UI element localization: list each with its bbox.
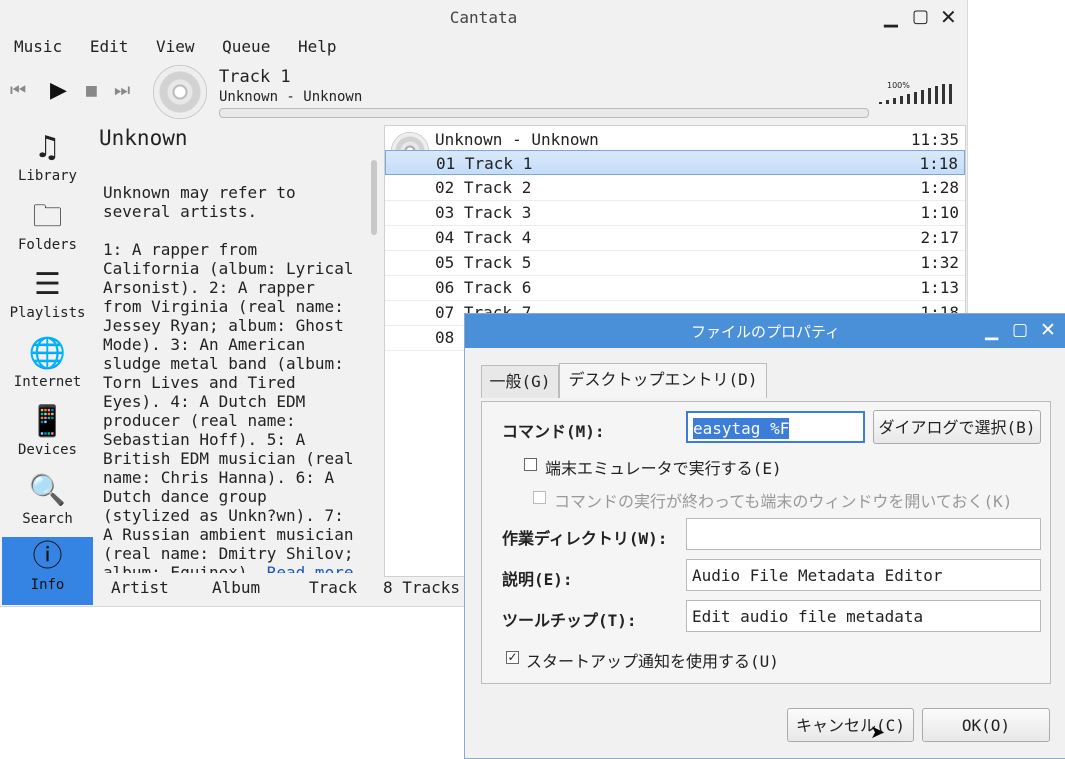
command-value: easytag %F: [693, 418, 790, 439]
read-more-link[interactable]: Read more: [267, 563, 354, 573]
menu-queue[interactable]: Queue: [222, 37, 270, 56]
album-duration: 11:35: [910, 130, 959, 149]
sidebar-item-internet[interactable]: 🌐 Internet: [2, 334, 93, 402]
sidebar-item-label: Playlists: [9, 305, 86, 321]
dialog-minimize-icon[interactable]: ▁: [985, 321, 998, 341]
volume-control[interactable]: [879, 84, 955, 104]
search-icon: 🔍: [28, 473, 67, 508]
minimize-icon[interactable]: ▁: [884, 7, 898, 28]
track-title: 05 Track 5: [435, 253, 532, 272]
next-track-icon[interactable]: ⏭: [114, 80, 130, 101]
tooltip-label: ツールチップ(T):: [502, 611, 637, 630]
sidebar-item-label: Search: [22, 511, 73, 527]
description-input[interactable]: Audio File Metadata Editor: [686, 559, 1041, 591]
track-count: 8 Tracks: [383, 578, 461, 597]
folder-icon: 🗀: [32, 199, 63, 234]
tab-album[interactable]: Album: [212, 578, 260, 597]
file-properties-dialog: ファイルのプロパティ ▁ ▢ ✕ 一般(G) デスクトップエントリ(D) コマン…: [464, 313, 1065, 759]
sidebar-item-devices[interactable]: 📱 Devices: [2, 402, 93, 470]
mouse-cursor-icon: ➤: [870, 722, 886, 743]
track-duration: 1:18: [919, 154, 958, 173]
track-title: 08: [435, 328, 455, 347]
desktop-entry-panel: コマンド(M): easytag %F ダイアログで選択(B) 端末エミュレータ…: [481, 401, 1051, 684]
tab-artist[interactable]: Artist: [111, 578, 169, 597]
track-title: 01 Track 1: [436, 154, 533, 173]
tab-desktop-entry[interactable]: デスクトップエントリ(D): [559, 363, 767, 398]
sidebar-item-folders[interactable]: 🗀 Folders: [2, 197, 93, 265]
run-in-terminal-label: 端末エミュレータで実行する(E): [545, 459, 782, 478]
now-playing-artist: Unknown - Unknown: [219, 89, 363, 105]
table-row[interactable]: 02 Track 2 1:28: [385, 175, 965, 201]
table-row[interactable]: 05 Track 5 1:32: [385, 250, 965, 276]
track-title: 03 Track 3: [435, 203, 532, 222]
sidebar-item-library[interactable]: ♫ Library: [2, 128, 93, 196]
sidebar-item-label: Devices: [17, 442, 77, 458]
position-slider[interactable]: [219, 108, 869, 118]
command-label: コマンド(M):: [502, 422, 605, 441]
now-playing-title: Track 1: [219, 67, 291, 87]
close-icon[interactable]: ✕: [940, 5, 957, 29]
globe-icon: 🌐: [28, 336, 67, 371]
sidebar-item-label: Internet: [13, 374, 82, 390]
workdir-input[interactable]: [686, 518, 1041, 550]
sidebar-item-label: Library: [17, 168, 77, 184]
track-duration: 1:13: [920, 278, 959, 297]
maximize-icon[interactable]: ▢: [912, 6, 929, 27]
info-icon: ⓘ: [32, 539, 63, 574]
tab-track[interactable]: Track: [309, 578, 357, 597]
keep-terminal-open-checkbox[interactable]: [533, 491, 546, 504]
track-title: 06 Track 6: [435, 278, 532, 297]
menu-music[interactable]: Music: [14, 37, 62, 56]
startup-notify-checkbox[interactable]: ✓: [506, 651, 519, 664]
choose-dialog-button[interactable]: ダイアログで選択(B): [873, 410, 1041, 444]
playlists-icon: ☰: [34, 267, 61, 302]
track-title: 04 Track 4: [435, 228, 532, 247]
track-duration: 1:32: [920, 253, 959, 272]
sidebar-item-info[interactable]: ⓘ Info: [2, 537, 93, 605]
sidebar-item-label: Folders: [17, 237, 77, 253]
table-row[interactable]: 06 Track 6 1:13: [385, 275, 965, 301]
table-row[interactable]: 03 Track 3 1:10: [385, 200, 965, 226]
info-text: Unknown may refer to several artists. 1:…: [103, 183, 365, 573]
info-title: Unknown: [99, 126, 188, 150]
track-duration: 1:28: [920, 178, 959, 197]
track-duration: 1:10: [920, 203, 959, 222]
sidebar-item-search[interactable]: 🔍 Search: [2, 471, 93, 539]
info-scrollbar[interactable]: [371, 160, 377, 235]
menu-view[interactable]: View: [156, 37, 195, 56]
previous-track-icon[interactable]: ⏮: [10, 80, 26, 101]
dialog-maximize-icon[interactable]: ▢: [1012, 320, 1028, 340]
dialog-close-icon[interactable]: ✕: [1040, 319, 1056, 341]
album-header: Unknown - Unknown: [435, 130, 599, 149]
artist-bio: Unknown may refer to several artists. 1:…: [103, 183, 354, 573]
table-row[interactable]: 04 Track 4 2:17: [385, 225, 965, 251]
sidebar-item-label: Info: [30, 577, 65, 593]
cancel-button[interactable]: キャンセル(C): [787, 708, 914, 742]
tab-general[interactable]: 一般(G): [481, 365, 559, 398]
menu-edit[interactable]: Edit: [90, 37, 129, 56]
table-row[interactable]: 01 Track 1 1:18: [385, 150, 965, 175]
run-in-terminal-checkbox[interactable]: [524, 458, 537, 471]
ok-button[interactable]: OK(O): [922, 708, 1050, 742]
music-note-icon: ♫: [34, 130, 61, 165]
description-label: 説明(E):: [502, 570, 573, 589]
command-input[interactable]: easytag %F: [686, 411, 865, 443]
menu-help[interactable]: Help: [298, 37, 337, 56]
device-icon: 📱: [28, 404, 67, 439]
stop-icon[interactable]: ■: [86, 80, 97, 101]
window-title: Cantata: [449, 8, 518, 27]
play-icon[interactable]: ▶: [50, 78, 67, 103]
workdir-label: 作業ディレクトリ(W):: [502, 529, 668, 548]
menu-bar: Music Edit View Queue Help: [14, 37, 355, 59]
track-title: 02 Track 2: [435, 178, 532, 197]
keep-terminal-open-label: コマンドの実行が終わっても端末のウィンドウを開いておく(K): [554, 492, 1013, 511]
tooltip-input[interactable]: Edit audio file metadata: [686, 600, 1041, 632]
album-cover: [153, 65, 207, 119]
sidebar-item-playlists[interactable]: ☰ Playlists: [2, 265, 93, 333]
dialog-title: ファイルのプロパティ: [690, 323, 841, 341]
startup-notify-label: スタートアップ通知を使用する(U): [526, 652, 779, 671]
track-duration: 2:17: [920, 228, 959, 247]
